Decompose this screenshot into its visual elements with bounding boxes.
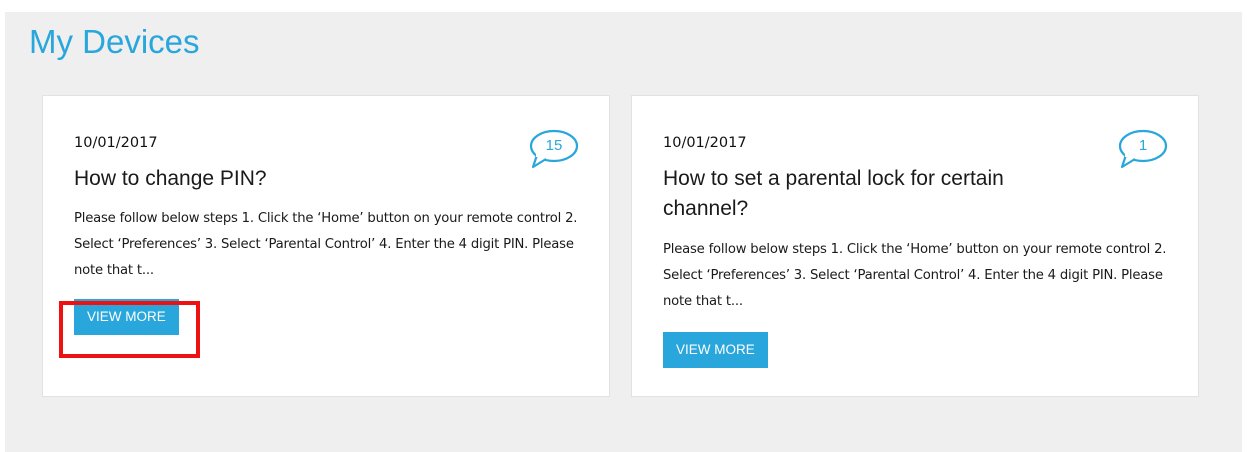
card-date: 10/01/2017 — [663, 135, 747, 151]
comment-count-badge[interactable]: 1 — [1116, 129, 1170, 177]
comment-count: 15 — [545, 137, 563, 154]
article-card: 10/01/2017 15 How to change PIN? Please … — [42, 95, 610, 397]
comment-count-badge[interactable]: 15 — [527, 129, 581, 177]
comment-count: 1 — [1138, 137, 1148, 154]
view-more-button[interactable]: VIEW MORE — [74, 299, 179, 335]
card-title[interactable]: How to set a parental lock for certain c… — [663, 164, 1043, 224]
page-title: My Devices — [29, 23, 200, 60]
article-card: 10/01/2017 1 How to set a parental lock … — [631, 95, 1199, 397]
card-description: Please follow below steps 1. Click the ‘… — [74, 211, 578, 278]
card-title[interactable]: How to change PIN? — [74, 164, 454, 194]
card-description: Please follow below steps 1. Click the ‘… — [663, 242, 1167, 309]
view-more-button[interactable]: VIEW MORE — [663, 332, 768, 368]
card-date: 10/01/2017 — [74, 135, 158, 151]
